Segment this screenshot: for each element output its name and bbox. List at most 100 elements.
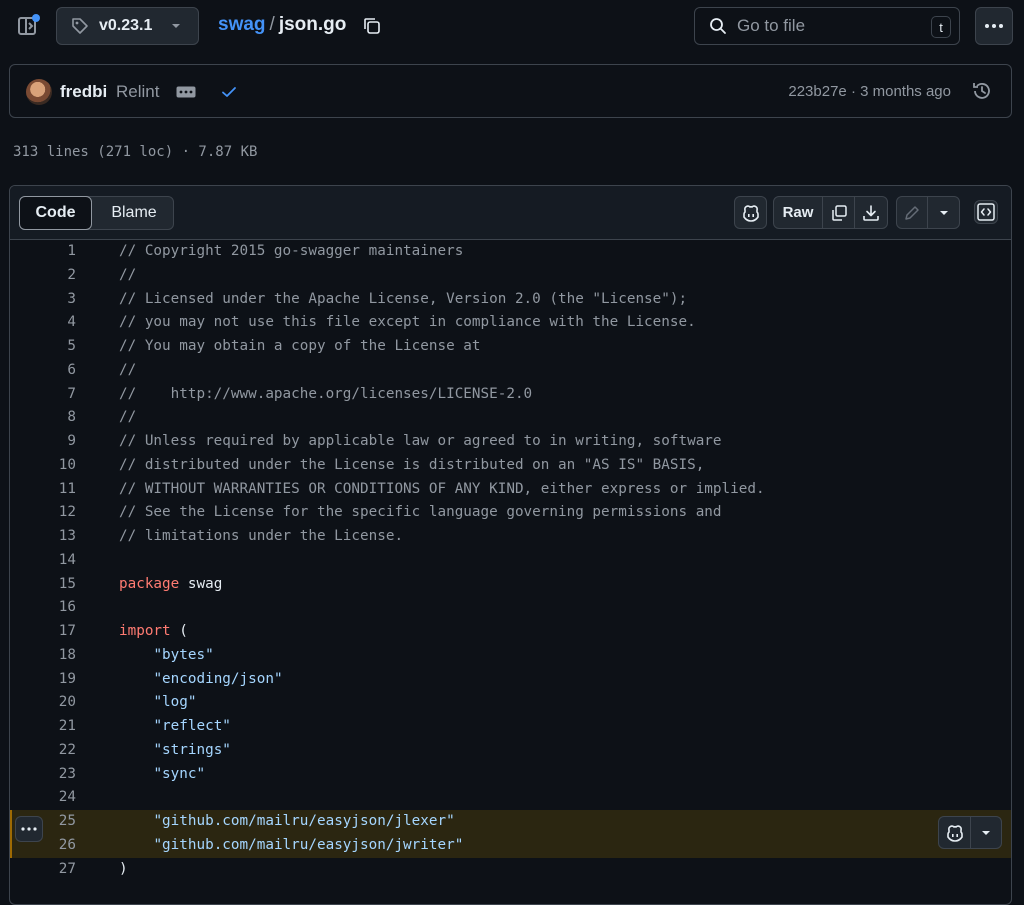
line-number[interactable]: 4 — [10, 311, 76, 335]
line-number[interactable]: 22 — [10, 739, 76, 763]
code-token: // http://www.apache.org/licenses/LICENS… — [119, 385, 533, 402]
symbols-panel-button[interactable] — [974, 200, 998, 224]
sidebar-toggle-button[interactable] — [14, 12, 42, 40]
code-line[interactable]: 11 // WITHOUT WARRANTIES OR CONDITIONS OF… — [10, 478, 1011, 502]
line-number[interactable]: 13 — [10, 525, 76, 549]
code-line[interactable]: 16 — [10, 596, 1011, 620]
code-line[interactable]: 24 — [10, 786, 1011, 810]
line-number[interactable]: 20 — [10, 691, 76, 715]
code-line[interactable]: 18 "bytes" — [10, 644, 1011, 668]
line-number[interactable]: 21 — [10, 715, 76, 739]
edit-file-button[interactable] — [897, 197, 928, 228]
line-number[interactable]: 6 — [10, 359, 76, 383]
code-line[interactable]: 17 import ( — [10, 620, 1011, 644]
copy-icon — [831, 204, 847, 221]
line-number[interactable]: 5 — [10, 335, 76, 359]
code-line[interactable]: 14 — [10, 549, 1011, 573]
check-status[interactable] — [220, 83, 238, 101]
code-line[interactable]: 20 "log" — [10, 691, 1011, 715]
line-text: package swag — [119, 573, 222, 597]
pencil-icon — [905, 205, 919, 220]
copilot-button[interactable] — [734, 196, 767, 229]
line-number[interactable]: 18 — [10, 644, 76, 668]
code-line[interactable]: 25 "github.com/mailru/easyjson/jlexer" — [10, 810, 1011, 834]
view-tabs: Code Blame — [19, 196, 174, 230]
line-number[interactable]: 12 — [10, 501, 76, 525]
download-button[interactable] — [855, 197, 887, 228]
code-line[interactable]: 5 // You may obtain a copy of the License… — [10, 335, 1011, 359]
code-line[interactable]: 1 // Copyright 2015 go-swagger maintainer… — [10, 240, 1011, 264]
code-line[interactable]: 21 "reflect" — [10, 715, 1011, 739]
code-token: swag — [179, 575, 223, 592]
check-icon — [222, 87, 236, 97]
copilot-ask-button[interactable] — [939, 817, 971, 848]
go-to-file-input[interactable]: Go to file t — [694, 7, 960, 45]
code-line[interactable]: 22 "strings" — [10, 739, 1011, 763]
tab-blame[interactable]: Blame — [94, 197, 174, 229]
code-line[interactable]: 23 "sync" — [10, 763, 1011, 787]
line-text: "encoding/json" — [119, 668, 282, 692]
line-number[interactable]: 9 — [10, 430, 76, 454]
code-line[interactable]: 15 package swag — [10, 573, 1011, 597]
code-line[interactable]: 4 // you may not use this file except in … — [10, 311, 1011, 335]
line-number[interactable]: 19 — [10, 668, 76, 692]
code-token: "strings" — [153, 741, 231, 758]
code-symbols-icon — [977, 203, 995, 221]
commit-author[interactable]: fredbi — [60, 82, 107, 102]
file-viewer: Code Blame Raw 1 // Copyright 2015 go-sw… — [9, 185, 1012, 905]
code-line[interactable]: 9 // Unless required by applicable law or… — [10, 430, 1011, 454]
more-options-button[interactable] — [975, 7, 1013, 45]
copy-path-button[interactable] — [360, 14, 384, 38]
line-number[interactable]: 3 — [10, 288, 76, 312]
edit-menu-button[interactable] — [928, 197, 959, 228]
code-line[interactable]: 10 // distributed under the License is di… — [10, 454, 1011, 478]
line-number[interactable]: 14 — [10, 549, 76, 573]
line-actions-button[interactable] — [15, 816, 43, 842]
code-line[interactable]: 3 // Licensed under the Apache License, V… — [10, 288, 1011, 312]
line-number[interactable]: 10 — [10, 454, 76, 478]
line-number[interactable]: 23 — [10, 763, 76, 787]
code-line[interactable]: 7 // http://www.apache.org/licenses/LICEN… — [10, 383, 1011, 407]
copy-raw-button[interactable] — [823, 197, 855, 228]
line-text: // Licensed under the Apache License, Ve… — [119, 288, 687, 312]
avatar[interactable] — [26, 79, 52, 105]
copilot-menu-button[interactable] — [971, 817, 1001, 848]
code-listing[interactable]: 1 // Copyright 2015 go-swagger maintainer… — [10, 240, 1011, 881]
line-number[interactable]: 8 — [10, 406, 76, 430]
commit-hash-time[interactable]: 223b27e · 3 months ago — [788, 83, 951, 100]
go-to-file-placeholder: Go to file — [737, 16, 806, 35]
line-number[interactable]: 1 — [10, 240, 76, 264]
tab-code[interactable]: Code — [19, 196, 92, 230]
code-line[interactable]: 27) — [10, 858, 1011, 882]
code-line[interactable]: 19 "encoding/json" — [10, 668, 1011, 692]
line-number[interactable]: 11 — [10, 478, 76, 502]
branch-selector[interactable]: v0.23.1 — [56, 7, 199, 45]
line-number[interactable]: 17 — [10, 620, 76, 644]
code-line[interactable]: 2 // — [10, 264, 1011, 288]
commit-message[interactable]: Relint — [116, 82, 159, 102]
code-token: // Copyright 2015 go-swagger maintainers — [119, 243, 464, 259]
code-line[interactable]: 26 "github.com/mailru/easyjson/jwriter" — [10, 833, 1011, 858]
expand-commit-button[interactable] — [176, 86, 196, 98]
download-icon — [863, 204, 879, 221]
code-token: // you may not use this file except in c… — [119, 314, 696, 331]
chevron-down-icon — [939, 210, 948, 215]
kebab-icon — [21, 827, 37, 831]
line-number[interactable]: 27 — [10, 858, 76, 882]
code-line[interactable]: 13 // limitations under the License. — [10, 525, 1011, 549]
code-token: "reflect" — [153, 718, 231, 734]
line-number[interactable]: 24 — [10, 786, 76, 810]
line-number[interactable]: 15 — [10, 573, 76, 597]
code-line[interactable]: 12 // See the License for the specific la… — [10, 501, 1011, 525]
line-number[interactable]: 16 — [10, 596, 76, 620]
line-number[interactable]: 7 — [10, 383, 76, 407]
code-line[interactable]: 8 // — [10, 406, 1011, 430]
code-line[interactable]: 6 // — [10, 359, 1011, 383]
raw-button[interactable]: Raw — [774, 197, 823, 228]
breadcrumb-repo-link[interactable]: swag — [218, 14, 266, 36]
history-button[interactable] — [971, 80, 993, 102]
copilot-line-actions — [938, 816, 1002, 849]
line-number[interactable]: 2 — [10, 264, 76, 288]
